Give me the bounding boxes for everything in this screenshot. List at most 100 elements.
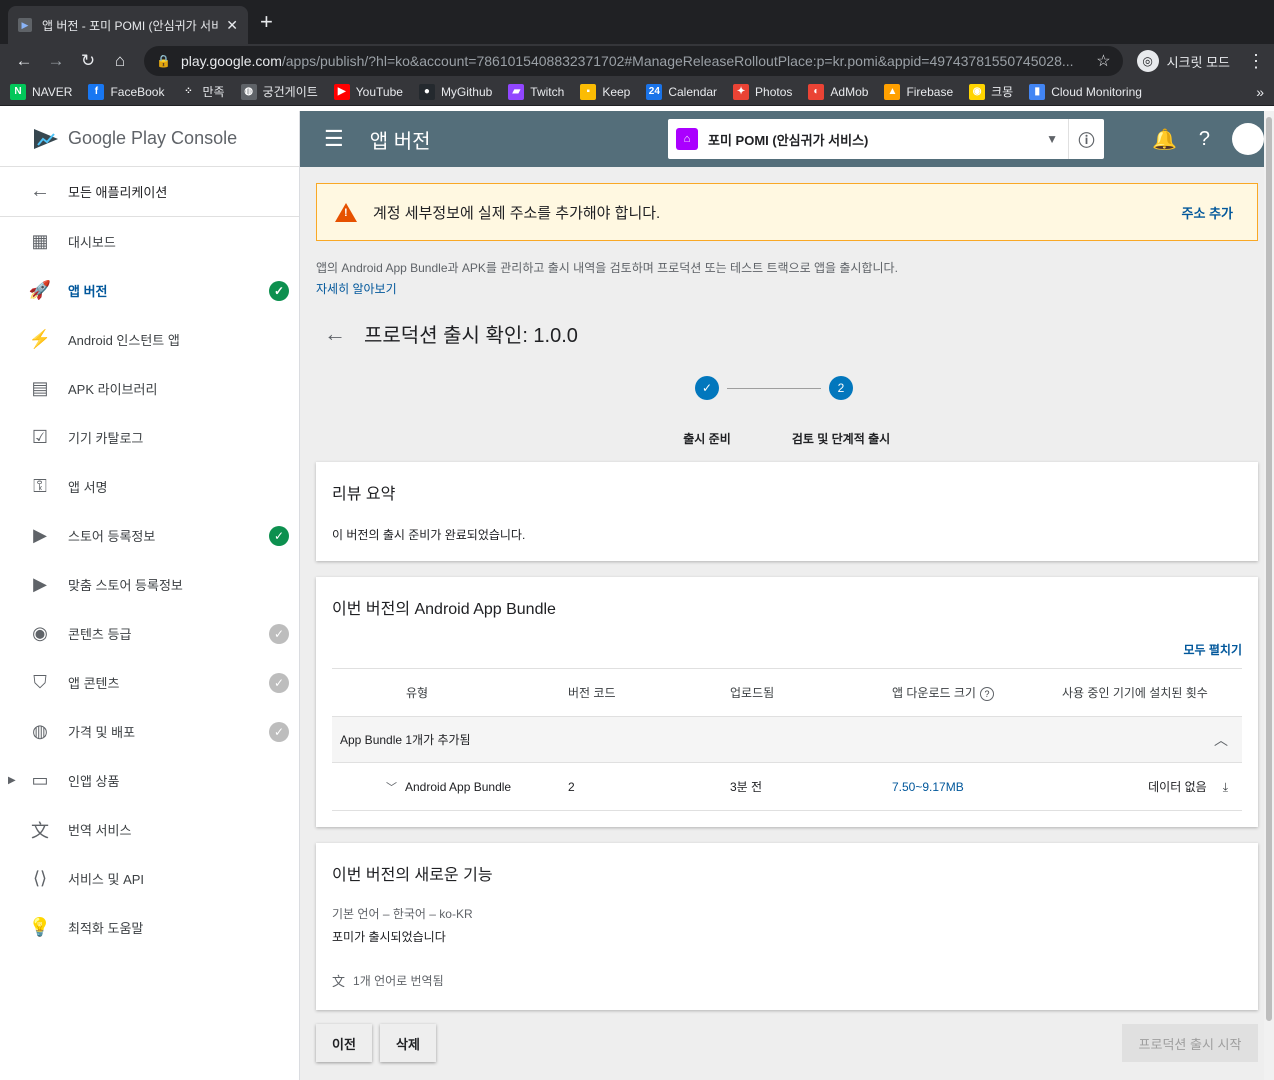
- incognito-label: 시크릿 모드: [1166, 54, 1230, 70]
- close-tab-icon[interactable]: ✕: [226, 17, 238, 34]
- bundle-download-size-link[interactable]: 7.50~9.17MB: [892, 780, 1062, 794]
- bookmark-label: FaceBook: [110, 84, 165, 99]
- sidebar-item-instant-apps[interactable]: ⚡ Android 인스턴트 앱: [0, 315, 299, 364]
- pending-check-icon: ✓: [269, 672, 289, 693]
- bookmark-calendar[interactable]: 24 Calendar: [646, 83, 718, 100]
- sidebar-item-label: 번역 서비스: [68, 823, 132, 838]
- bookmark-label: Photos: [755, 84, 793, 99]
- new-tab-icon[interactable]: +: [260, 11, 273, 33]
- bundle-type-cell: ﹀ Android App Bundle: [332, 779, 568, 795]
- info-icon[interactable]: ⓘ: [1068, 119, 1104, 159]
- help-icon[interactable]: ?: [1199, 128, 1210, 151]
- chevron-up-icon[interactable]: ︿: [1214, 730, 1228, 750]
- bookmark-label: Cloud Monitoring: [1051, 84, 1142, 99]
- step-2-label: 검토 및 단계적 출시: [791, 432, 891, 446]
- forward-icon[interactable]: →: [40, 51, 72, 71]
- add-address-link[interactable]: 주소 추가: [1182, 203, 1233, 222]
- help-circle-icon[interactable]: ?: [979, 686, 994, 701]
- sidebar-item-label: 기기 카탈로그: [68, 431, 144, 446]
- library-icon: ▤: [31, 378, 49, 398]
- kmong-icon: ◉: [969, 83, 986, 100]
- chevron-down-icon[interactable]: ﹀: [386, 779, 397, 795]
- content-area: ! 계정 세부정보에 실제 주소를 추가해야 합니다. 주소 추가 앱의 And…: [316, 183, 1258, 1010]
- main-content: ☰ 앱 버전 ⌂ 포미 POMI (안심귀가 서비스) ▼ ⓘ 🔔 ? ◉ ! …: [300, 111, 1274, 1080]
- bookmark-dots[interactable]: ⁘ 만족: [180, 83, 225, 100]
- sidebar-item-pricing[interactable]: ◍ 가격 및 배포 ✓: [0, 707, 299, 756]
- avatar[interactable]: ◉: [1232, 123, 1264, 155]
- arrow-back-icon[interactable]: ←: [324, 321, 346, 347]
- sidebar-item-apk-library[interactable]: ▤ APK 라이브러리: [0, 364, 299, 413]
- browser-menu-icon[interactable]: ⋮: [1246, 51, 1266, 72]
- sidebar-item-device-catalog[interactable]: ☑ 기기 카탈로그: [0, 413, 299, 462]
- play-console-favicon-icon: ▶: [18, 18, 32, 32]
- bookmark-firebase[interactable]: ▲ Firebase: [884, 83, 953, 100]
- browser-toolbar: ← → ↻ ⌂ 🔒 play.google.com /apps/publish/…: [0, 44, 1274, 78]
- home-icon[interactable]: ⌂: [104, 51, 136, 71]
- sidebar-item-app-releases[interactable]: 🚀 앱 버전 ✓: [0, 266, 299, 315]
- address-bar[interactable]: 🔒 play.google.com /apps/publish/?hl=ko&a…: [144, 46, 1123, 76]
- bookmark-photos[interactable]: ✦ Photos: [733, 83, 793, 100]
- download-icon[interactable]: ⤓: [1223, 780, 1228, 794]
- delete-button[interactable]: 삭제: [380, 1024, 436, 1062]
- start-production-rollout-button[interactable]: 프로덕션 출시 시작: [1122, 1024, 1258, 1062]
- keep-icon: ▪: [580, 83, 597, 100]
- sidebar-item-dashboard[interactable]: ▦ 대시보드: [0, 217, 299, 266]
- app-bar: ☰ 앱 버전 ⌂ 포미 POMI (안심귀가 서비스) ▼ ⓘ 🔔 ? ◉: [300, 111, 1274, 167]
- learn-more-link[interactable]: 자세히 알아보기: [316, 280, 1258, 297]
- hamburger-menu-icon[interactable]: ☰: [324, 126, 344, 152]
- incognito-indicator[interactable]: ◎ 시크릿 모드: [1136, 50, 1230, 72]
- lock-icon[interactable]: 🔒: [156, 54, 171, 68]
- bookmark-globe[interactable]: ◍ 궁건게이트: [240, 83, 318, 100]
- bookmark-youtube[interactable]: ▶ YouTube: [333, 83, 403, 100]
- bookmarks-overflow-icon[interactable]: »: [1256, 84, 1264, 100]
- whats-new-language: 기본 언어 – 한국어 – ko-KR: [332, 907, 473, 921]
- bookmark-keep[interactable]: ▪ Keep: [580, 83, 630, 100]
- bundle-version-code: 2: [568, 779, 575, 794]
- bookmark-label: Calendar: [668, 84, 718, 99]
- bookmark-twitch[interactable]: ▰ Twitch: [508, 83, 564, 100]
- column-header-installs: 사용 중인 기기에 설치된 횟수: [1062, 686, 1208, 700]
- bookmark-label: AdMob: [830, 84, 869, 99]
- app-selector[interactable]: ⌂ 포미 POMI (안심귀가 서비스) ▼ ⓘ: [668, 119, 1104, 159]
- youtube-icon: ▶: [333, 83, 350, 100]
- all-applications-link[interactable]: ← 모든 애플리케이션: [0, 167, 299, 217]
- sidebar-item-in-app-products[interactable]: ▶ ▭ 인앱 상품: [0, 756, 299, 805]
- sidebar-item-optimization-tips[interactable]: 💡 최적화 도움말: [0, 903, 299, 952]
- key-icon: ⚿: [33, 476, 47, 496]
- sidebar-item-content-rating[interactable]: ◉ 콘텐츠 등급 ✓: [0, 609, 299, 658]
- previous-button[interactable]: 이전: [316, 1024, 372, 1062]
- pending-check-icon: ✓: [269, 623, 289, 644]
- sidebar-item-app-content[interactable]: ⛉ 앱 콘텐츠 ✓: [0, 658, 299, 707]
- bookmark-monitoring[interactable]: ▮ Cloud Monitoring: [1029, 83, 1142, 100]
- scrollbar-thumb[interactable]: [1266, 117, 1272, 1021]
- sidebar-item-label: 인앱 상품: [68, 774, 120, 789]
- bookmark-admob[interactable]: ◐ AdMob: [808, 83, 869, 100]
- sidebar-item-label: 맞춤 스토어 등록정보: [68, 578, 183, 593]
- play-console-logo[interactable]: Google Play Console: [0, 111, 299, 167]
- notifications-bell-icon[interactable]: 🔔: [1152, 127, 1177, 152]
- sidebar-item-store-listing[interactable]: ▶ 스토어 등록정보 ✓: [0, 511, 299, 560]
- reload-icon[interactable]: ↻: [72, 51, 104, 71]
- expand-all-link[interactable]: 모두 펼치기: [316, 641, 1258, 658]
- bundle-installs-cell: 데이터 없음 ⤓: [1062, 778, 1242, 795]
- expand-caret-icon[interactable]: ▶: [8, 775, 16, 786]
- bookmark-github[interactable]: ● MyGithub: [418, 83, 492, 100]
- back-icon[interactable]: ←: [8, 51, 40, 71]
- bookmark-naver[interactable]: N NAVER: [10, 83, 72, 100]
- bookmark-kmong[interactable]: ◉ 크몽: [969, 83, 1013, 100]
- sidebar-item-app-signing[interactable]: ⚿ 앱 서명: [0, 462, 299, 511]
- translate-icon: 文: [332, 974, 346, 989]
- scrollbar[interactable]: [1264, 111, 1274, 1080]
- bookmark-facebook[interactable]: f FaceBook: [88, 83, 165, 100]
- sidebar-item-services-api[interactable]: ⟨⟩ 서비스 및 API: [0, 854, 299, 903]
- step-1-label: 출시 준비: [683, 432, 731, 446]
- table-row: ﹀ Android App Bundle 2 3분 전 7.50~9.17MB 데…: [332, 763, 1242, 811]
- bookmark-label: 크몽: [991, 85, 1014, 99]
- bundle-group-row[interactable]: App Bundle 1개가 추가됨 ︿: [332, 717, 1242, 763]
- page-section-title: 앱 버전: [369, 130, 431, 153]
- sidebar-item-custom-store-listing[interactable]: ▶ 맞춤 스토어 등록정보: [0, 560, 299, 609]
- bookmark-star-icon[interactable]: ☆: [1084, 51, 1110, 71]
- sidebar-item-translation[interactable]: 文 번역 서비스: [0, 805, 299, 854]
- browser-tab[interactable]: ▶ 앱 버전 - 포미 POMI (안심귀가 서비스 ✕: [8, 6, 248, 44]
- whats-new-notes: 포미가 출시되었습니다: [332, 930, 446, 944]
